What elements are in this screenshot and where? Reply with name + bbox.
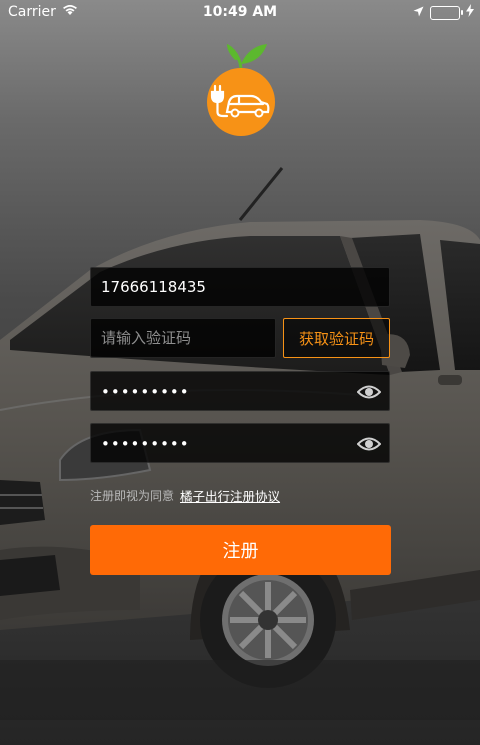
password-mask: ••••••••• [101,383,190,401]
verification-code-field[interactable] [90,318,276,358]
location-arrow-icon [413,5,424,21]
password-field[interactable]: ••••••••• [90,371,390,411]
confirm-password-field[interactable]: ••••••••• [90,423,390,463]
eye-icon[interactable] [356,434,382,454]
orange-electric-car-logo [207,44,275,136]
confirm-password-mask: ••••••••• [101,435,190,453]
get-verification-code-button[interactable]: 获取验证码 [283,318,390,358]
eye-icon[interactable] [356,382,382,402]
status-time: 10:49 AM [202,4,278,20]
bolt-icon [466,4,474,21]
agreement-link[interactable]: 橘子出行注册协议 [180,486,280,505]
register-screen: Carrier 10:49 AM 17666118435 请输入验证码 获取验证… [0,0,480,745]
status-bar: Carrier 10:49 AM [0,0,480,24]
phone-field[interactable] [90,267,390,307]
agreement-prefix: 注册即视为同意 [90,489,175,503]
battery-icon [430,5,463,20]
verification-code-input[interactable] [91,319,275,357]
agreement-row: 注册即视为同意 橘子出行注册协议 [90,486,280,505]
phone-input[interactable] [91,268,389,306]
register-button[interactable]: 注册 [90,525,391,575]
